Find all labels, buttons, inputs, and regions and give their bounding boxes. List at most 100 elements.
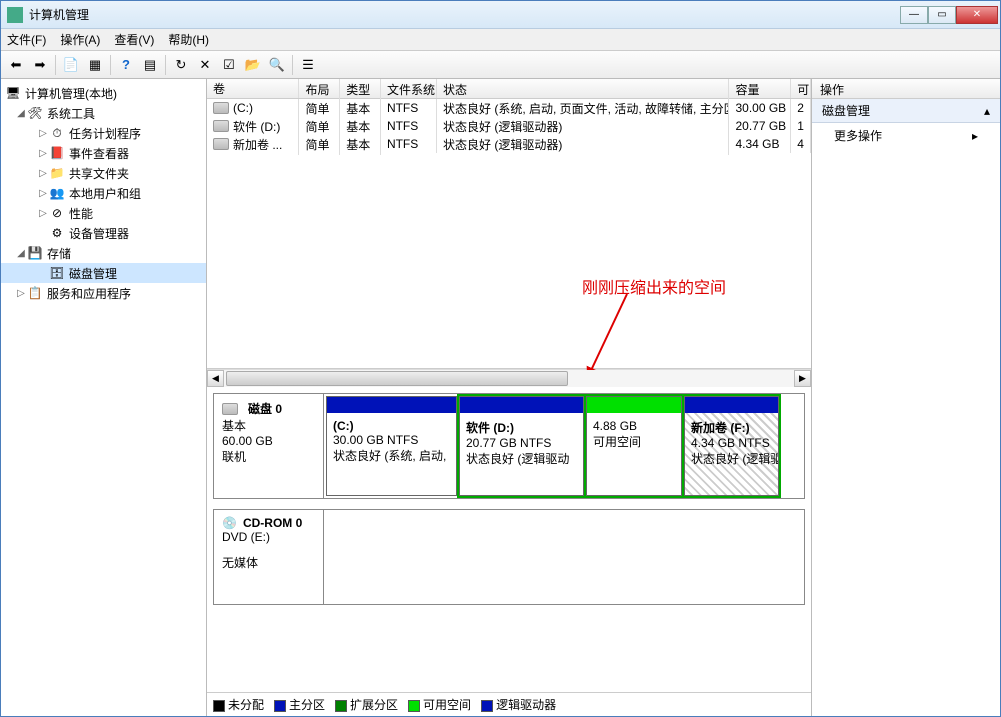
tree-root[interactable]: 🖥 计算机管理(本地) bbox=[1, 83, 206, 103]
legend: 未分配 主分区 扩展分区 可用空间 逻辑驱动器 bbox=[207, 692, 811, 716]
expand-icon[interactable]: ▷ bbox=[37, 188, 49, 199]
col-volume[interactable]: 卷 bbox=[207, 79, 299, 98]
tree-local-users[interactable]: ▷ 👥 本地用户和组 bbox=[1, 183, 206, 203]
col-capacity[interactable]: 容量 bbox=[729, 79, 791, 98]
disk-title: 磁盘 0 bbox=[248, 400, 282, 417]
disk-row-0[interactable]: 磁盘 0 基本 60.00 GB 联机 (C:)30.00 GB NTFS状态良… bbox=[213, 393, 805, 499]
menu-action[interactable]: 操作(A) bbox=[60, 31, 100, 48]
window-title: 计算机管理 bbox=[29, 6, 900, 23]
expand-icon[interactable]: ▷ bbox=[37, 148, 49, 159]
collapse-icon[interactable]: ◢ bbox=[15, 108, 27, 119]
props-button[interactable]: ▦ bbox=[84, 54, 106, 76]
col-free[interactable]: 可 bbox=[791, 79, 811, 98]
partition[interactable]: (C:)30.00 GB NTFS状态良好 (系统, 启动, bbox=[326, 396, 457, 496]
book-icon: 📕 bbox=[49, 145, 65, 161]
scroll-left-button[interactable]: ◀ bbox=[207, 370, 224, 387]
tree-disk-management[interactable]: ▷ 🗄 磁盘管理 bbox=[1, 263, 206, 283]
tree-pane: 🖥 计算机管理(本地) ◢ 🛠 系统工具 ▷ ⏱ 任务计划程序 ▷ 📕 事件查看… bbox=[1, 79, 207, 716]
volume-row[interactable]: 新加卷 ...简单基本NTFS状态良好 (逻辑驱动器)4.34 GB4 bbox=[207, 135, 811, 153]
col-type[interactable]: 类型 bbox=[340, 79, 381, 98]
legend-unalloc: 未分配 bbox=[228, 698, 264, 712]
partition[interactable]: 新加卷 (F:)4.34 GB NTFS状态良好 (逻辑驱 bbox=[684, 396, 779, 496]
folder-shared-icon: 📁 bbox=[49, 165, 65, 181]
col-status[interactable]: 状态 bbox=[437, 79, 729, 98]
expand-icon[interactable]: ▷ bbox=[15, 288, 27, 299]
volume-icon bbox=[213, 102, 229, 114]
refresh-button[interactable]: ↻ bbox=[170, 54, 192, 76]
volume-row[interactable]: 软件 (D:)简单基本NTFS状态良好 (逻辑驱动器)20.77 GB1 bbox=[207, 117, 811, 135]
actions-diskmgmt[interactable]: 磁盘管理 ▴ bbox=[812, 99, 1000, 123]
col-filesystem[interactable]: 文件系统 bbox=[381, 79, 437, 98]
up-button[interactable]: 📄 bbox=[60, 54, 82, 76]
maximize-button[interactable]: ▭ bbox=[928, 6, 956, 24]
tree-services[interactable]: ▷ 📋 服务和应用程序 bbox=[1, 283, 206, 303]
list-icon[interactable]: ☰ bbox=[297, 54, 319, 76]
hscrollbar[interactable]: ◀ ▶ bbox=[207, 369, 811, 387]
actions-more[interactable]: 更多操作 ▸ bbox=[812, 123, 1000, 148]
volume-icon bbox=[213, 138, 229, 150]
menu-help[interactable]: 帮助(H) bbox=[168, 31, 209, 48]
tree-task-scheduler[interactable]: ▷ ⏱ 任务计划程序 bbox=[1, 123, 206, 143]
expand-icon[interactable]: ▷ bbox=[37, 128, 49, 139]
volume-fs: NTFS bbox=[381, 117, 437, 135]
settings-icon[interactable]: ☑ bbox=[218, 54, 240, 76]
partition[interactable]: 4.88 GB可用空间 bbox=[586, 396, 682, 496]
folder-icon[interactable]: 📂 bbox=[242, 54, 264, 76]
view-button[interactable]: ▤ bbox=[139, 54, 161, 76]
cdrom-info: 💿CD-ROM 0 DVD (E:) 无媒体 bbox=[214, 510, 324, 604]
volume-icon bbox=[213, 120, 229, 132]
cdrom-title: CD-ROM 0 bbox=[243, 516, 302, 530]
back-button[interactable]: ⬅ bbox=[5, 54, 27, 76]
volume-label: (C:) bbox=[233, 101, 253, 115]
menu-file[interactable]: 文件(F) bbox=[7, 31, 46, 48]
partition-title: 新加卷 (F:) bbox=[691, 419, 772, 436]
tree-event-viewer[interactable]: ▷ 📕 事件查看器 bbox=[1, 143, 206, 163]
help-icon[interactable]: ? bbox=[115, 54, 137, 76]
tree-storage[interactable]: ◢ 💾 存储 bbox=[1, 243, 206, 263]
tree-label: 共享文件夹 bbox=[69, 165, 129, 182]
center-pane: 卷 布局 类型 文件系统 状态 容量 可 (C:)简单基本NTFS状态良好 (系… bbox=[207, 79, 812, 716]
close-button[interactable]: ✕ bbox=[956, 6, 998, 24]
expand-icon[interactable]: ▷ bbox=[37, 168, 49, 179]
disk-row-cdrom[interactable]: 💿CD-ROM 0 DVD (E:) 无媒体 bbox=[213, 509, 805, 605]
tree-performance[interactable]: ▷ ⊘ 性能 bbox=[1, 203, 206, 223]
actions-diskmgmt-label: 磁盘管理 bbox=[822, 102, 870, 119]
scroll-right-button[interactable]: ▶ bbox=[794, 370, 811, 387]
menu-view[interactable]: 查看(V) bbox=[114, 31, 154, 48]
disk-size: 60.00 GB bbox=[222, 434, 315, 448]
actions-header: 操作 bbox=[812, 79, 1000, 99]
search-icon[interactable]: 🔍 bbox=[266, 54, 288, 76]
services-icon: 📋 bbox=[27, 285, 43, 301]
col-layout[interactable]: 布局 bbox=[299, 79, 340, 98]
partition-status: 状态良好 (逻辑驱 bbox=[691, 450, 772, 467]
volume-free: 2 bbox=[791, 99, 811, 117]
volume-type: 基本 bbox=[340, 134, 381, 155]
partition[interactable]: 软件 (D:)20.77 GB NTFS状态良好 (逻辑驱动 bbox=[459, 396, 584, 496]
legend-primary-swatch bbox=[274, 700, 286, 712]
volume-status: 状态良好 (逻辑驱动器) bbox=[437, 134, 729, 155]
tree-system-tools[interactable]: ◢ 🛠 系统工具 bbox=[1, 103, 206, 123]
minimize-button[interactable]: ― bbox=[900, 6, 928, 24]
partition-size: 30.00 GB NTFS bbox=[333, 433, 450, 447]
volume-table: 卷 布局 类型 文件系统 状态 容量 可 (C:)简单基本NTFS状态良好 (系… bbox=[207, 79, 811, 369]
tree-label: 本地用户和组 bbox=[69, 185, 141, 202]
volume-row[interactable]: (C:)简单基本NTFS状态良好 (系统, 启动, 页面文件, 活动, 故障转储… bbox=[207, 99, 811, 117]
toolbar: ⬅ ➡ 📄 ▦ ? ▤ ↻ ✕ ☑ 📂 🔍 ☰ bbox=[1, 51, 1000, 79]
collapse-icon[interactable]: ◢ bbox=[15, 248, 27, 259]
scroll-thumb[interactable] bbox=[226, 371, 568, 386]
forward-button[interactable]: ➡ bbox=[29, 54, 51, 76]
tree-label: 磁盘管理 bbox=[69, 265, 117, 282]
tree-device-manager[interactable]: ▷ ⚙ 设备管理器 bbox=[1, 223, 206, 243]
chevron-right-icon: ▸ bbox=[972, 129, 978, 143]
scroll-track[interactable] bbox=[224, 370, 794, 387]
volume-capacity: 30.00 GB bbox=[729, 99, 791, 117]
hdd-icon bbox=[222, 403, 238, 415]
tree-shared-folders[interactable]: ▷ 📁 共享文件夹 bbox=[1, 163, 206, 183]
volume-label: 软件 (D:) bbox=[233, 118, 280, 135]
partition-header bbox=[587, 397, 681, 413]
legend-ext-swatch bbox=[335, 700, 347, 712]
expand-icon[interactable]: ▷ bbox=[37, 208, 49, 219]
volume-fs: NTFS bbox=[381, 99, 437, 117]
cancel-icon[interactable]: ✕ bbox=[194, 54, 216, 76]
volume-fs: NTFS bbox=[381, 135, 437, 153]
